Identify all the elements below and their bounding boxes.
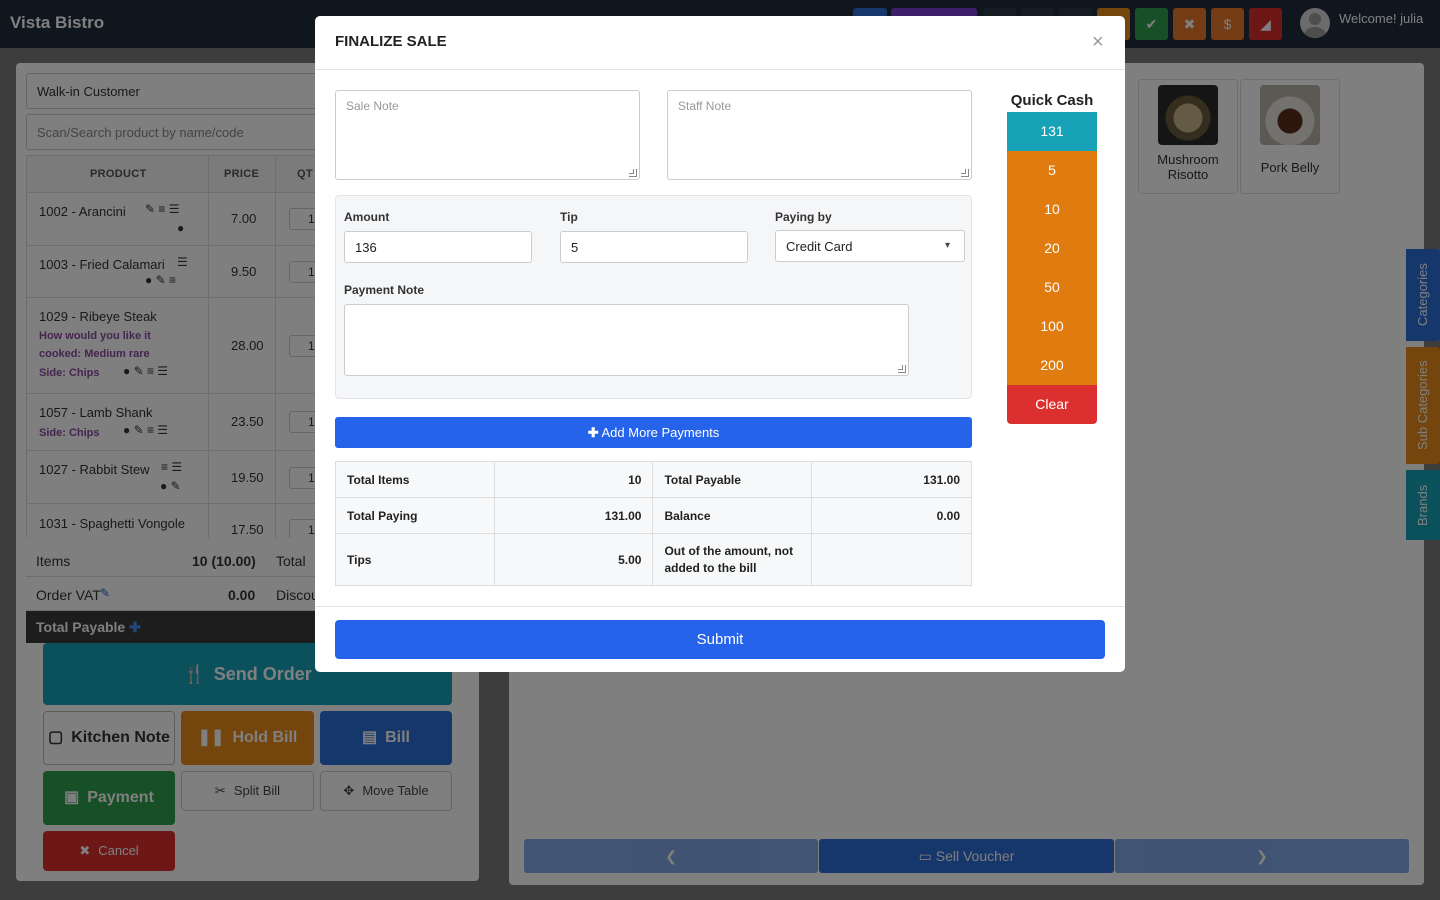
payment-section: Amount 136 Tip 5 Paying by Credit Card ▾… — [335, 195, 972, 399]
total-paying-label: Total Paying — [335, 497, 495, 534]
balance-value: 0.00 — [811, 497, 972, 534]
quick-cash-100[interactable]: 100 — [1007, 307, 1097, 346]
sale-note-textarea[interactable]: Sale Note — [335, 90, 640, 180]
chevron-down-icon: ▾ — [944, 240, 950, 251]
tips-label: Tips — [335, 533, 495, 586]
quick-cash-50[interactable]: 50 — [1007, 268, 1097, 307]
plus-icon: ✚ — [587, 425, 599, 440]
finalize-sale-modal: FINALIZE SALE × Sale Note Staff Note Amo… — [315, 16, 1125, 672]
add-more-payments-button[interactable]: ✚ Add More Payments — [335, 417, 972, 448]
paying-by-value: Credit Card — [786, 239, 853, 254]
payment-summary-table: Total Items 10 Total Payable 131.00 Tota… — [335, 461, 972, 586]
modal-header: FINALIZE SALE × — [315, 16, 1125, 70]
resize-handle[interactable] — [629, 169, 637, 177]
quick-cash-200[interactable]: 200 — [1007, 346, 1097, 385]
payment-note-label: Payment Note — [344, 283, 425, 297]
payment-note-textarea[interactable] — [344, 304, 909, 376]
quick-cash-131[interactable]: 131 — [1007, 112, 1097, 151]
sale-note-placeholder: Sale Note — [346, 99, 399, 113]
staff-note-placeholder: Staff Note — [678, 99, 732, 113]
quick-cash-clear-button[interactable]: Clear — [1007, 385, 1097, 424]
tip-label: Tip — [560, 210, 578, 224]
total-payable-label: Total Payable — [652, 461, 813, 498]
paying-by-select[interactable]: Credit Card ▾ — [775, 230, 965, 262]
tip-input[interactable]: 5 — [560, 231, 748, 263]
quick-cash-title: Quick Cash — [1010, 92, 1094, 109]
total-payable-value: 131.00 — [811, 461, 972, 498]
out-of-amount-value — [811, 533, 972, 586]
quick-cash-10[interactable]: 10 — [1007, 190, 1097, 229]
total-items-value: 10 — [493, 461, 654, 498]
resize-handle[interactable] — [898, 365, 906, 373]
modal-title: FINALIZE SALE — [335, 33, 447, 50]
amount-input[interactable]: 136 — [344, 231, 532, 263]
quick-cash-5[interactable]: 5 — [1007, 151, 1097, 190]
resize-handle[interactable] — [961, 169, 969, 177]
balance-label: Balance — [652, 497, 813, 534]
tips-value: 5.00 — [493, 533, 654, 586]
amount-label: Amount — [344, 210, 390, 224]
staff-note-textarea[interactable]: Staff Note — [667, 90, 972, 180]
modal-footer-divider — [315, 606, 1125, 607]
submit-button[interactable]: Submit — [335, 620, 1105, 659]
total-paying-value: 131.00 — [493, 497, 654, 534]
total-items-label: Total Items — [335, 461, 495, 498]
out-of-amount-label: Out of the amount, not added to the bill — [652, 533, 813, 586]
quick-cash-20[interactable]: 20 — [1007, 229, 1097, 268]
close-icon[interactable]: × — [1092, 32, 1104, 52]
paying-by-label: Paying by — [775, 210, 832, 224]
